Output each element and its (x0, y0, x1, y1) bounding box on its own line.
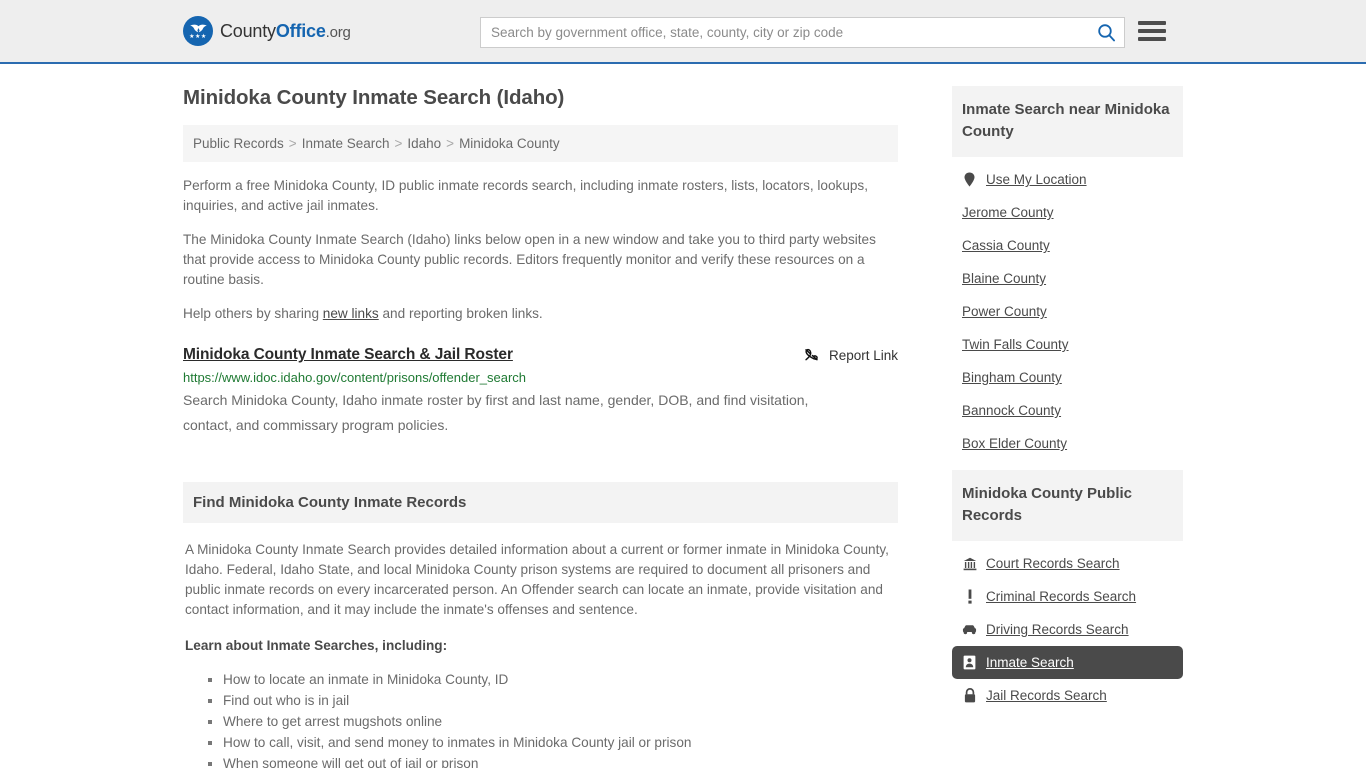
sidebar-item-label: Court Records Search (986, 556, 1120, 571)
list-item: Find out who is in jail (208, 690, 896, 711)
section-heading: Find Minidoka County Inmate Records (183, 482, 898, 523)
sidebar-item-inmate-search[interactable]: Inmate Search (952, 646, 1183, 679)
sidebar-item-label: Cassia County (962, 238, 1050, 253)
public-records-card: Minidoka County Public Records Court Rec… (952, 470, 1183, 712)
courthouse-icon (962, 557, 977, 571)
sidebar-item-label: Twin Falls County (962, 337, 1069, 352)
search-bar[interactable] (480, 17, 1125, 48)
result-description: Search Minidoka County, Idaho inmate ros… (183, 392, 809, 433)
public-records-heading: Minidoka County Public Records (952, 470, 1183, 541)
hamburger-menu-icon[interactable] (1138, 18, 1166, 44)
sidebar-item-bannock-county[interactable]: Bannock County (952, 394, 1183, 427)
sidebar-item-label: Bannock County (962, 403, 1062, 418)
result-url[interactable]: https://www.idoc.idaho.gov/content/priso… (183, 370, 898, 385)
share-prefix: Help others by sharing (183, 306, 323, 321)
list-item: How to locate an inmate in Minidoka Coun… (208, 669, 896, 690)
map-pin-icon (962, 172, 977, 187)
breadcrumb-item-public-records[interactable]: Public Records (193, 136, 284, 151)
result-title-link[interactable]: Minidoka County Inmate Search & Jail Ros… (183, 346, 513, 364)
sidebar-item-label: Blaine County (962, 271, 1047, 286)
breadcrumb: Public Records > Inmate Search > Idaho > Minid… (183, 125, 898, 162)
share-suffix: and reporting broken links. (378, 306, 543, 321)
eagle-seal-icon: ★★★ (183, 16, 213, 46)
id-card-icon (962, 655, 977, 670)
car-icon (962, 624, 977, 635)
sidebar-item-label: Box Elder County (962, 436, 1068, 451)
sidebar-item-label: Jail Records Search (986, 688, 1107, 703)
sidebar-item-driving-records-search[interactable]: Driving Records Search (952, 613, 1183, 646)
list-item: When someone will get out of jail or pri… (208, 753, 896, 768)
search-button[interactable] (1088, 18, 1124, 47)
sidebar-item-bingham-county[interactable]: Bingham County (952, 361, 1183, 394)
breadcrumb-separator-3: > (446, 136, 455, 151)
lock-icon (962, 688, 977, 703)
header-inner: ★★★ CountyOffice.org (183, 0, 1183, 62)
brand-text: CountyOffice.org (220, 21, 351, 42)
new-links-link[interactable]: new links (323, 306, 379, 321)
page-title: Minidoka County Inmate Search (Idaho) (183, 86, 565, 109)
nearby-card: Inmate Search near Minidoka County Use M… (952, 86, 1183, 460)
sidebar-item-label: Criminal Records Search (986, 589, 1137, 604)
sidebar-item-jail-records-search[interactable]: Jail Records Search (952, 679, 1183, 712)
sidebar-item-court-records-search[interactable]: Court Records Search (952, 547, 1183, 580)
brand-part-1: County (220, 20, 276, 41)
result-entry: Minidoka County Inmate Search & Jail Ros… (183, 346, 898, 438)
intro-paragraph: Perform a free Minidoka County, ID publi… (183, 178, 869, 213)
share-paragraph: Help others by sharing new links and rep… (183, 304, 898, 324)
report-link-label: Report Link (828, 348, 898, 363)
sidebar-item-criminal-records-search[interactable]: Criminal Records Search (952, 580, 1183, 613)
sidebar-item-twin-falls-county[interactable]: Twin Falls County (952, 328, 1183, 361)
main-column: Minidoka County Inmate Search (Idaho) Pu… (183, 86, 898, 768)
section-paragraph: A Minidoka County Inmate Search provides… (185, 542, 889, 617)
sidebar-item-label: Bingham County (962, 370, 1062, 385)
exclamation-icon (962, 589, 977, 604)
sidebar-item-label: Driving Records Search (986, 622, 1129, 637)
secondary-paragraph: The Minidoka County Inmate Search (Idaho… (183, 232, 876, 287)
sidebar-item-box-elder-county[interactable]: Box Elder County (952, 427, 1183, 460)
sidebar-item-cassia-county[interactable]: Cassia County (952, 229, 1183, 262)
page-container: Minidoka County Inmate Search (Idaho) Pu… (183, 64, 1183, 768)
list-item: Where to get arrest mugshots online (208, 711, 896, 732)
search-icon (1097, 24, 1115, 42)
site-header: ★★★ CountyOffice.org (0, 0, 1366, 64)
sidebar-item-jerome-county[interactable]: Jerome County (952, 196, 1183, 229)
learn-list: How to locate an inmate in Minidoka Coun… (185, 669, 896, 768)
menu-bar-3 (1138, 37, 1166, 41)
menu-bar-2 (1138, 29, 1166, 33)
nearby-heading: Inmate Search near Minidoka County (952, 86, 1183, 157)
sidebar-item-use-my-location[interactable]: Use My Location (952, 163, 1183, 196)
sidebar-item-label: Use My Location (986, 172, 1087, 187)
breadcrumb-separator-2: > (394, 136, 403, 151)
sidebar-item-label: Jerome County (962, 205, 1054, 220)
menu-bar-1 (1138, 21, 1166, 25)
result-header: Minidoka County Inmate Search & Jail Ros… (183, 346, 898, 364)
broken-link-icon (805, 348, 818, 361)
public-records-list: Court Records Search Criminal Records Se… (952, 541, 1183, 712)
search-input[interactable] (481, 18, 1088, 47)
stars-glyph: ★★★ (189, 33, 207, 40)
breadcrumb-item-inmate-search[interactable]: Inmate Search (302, 136, 390, 151)
brand-part-2: Office (275, 20, 326, 41)
breadcrumb-separator-1: > (288, 136, 297, 151)
sidebar: Inmate Search near Minidoka County Use M… (952, 86, 1183, 768)
section-body: A Minidoka County Inmate Search provides… (183, 523, 898, 768)
find-records-section: Find Minidoka County Inmate Records A Mi… (183, 482, 898, 768)
brand-part-3: .org (325, 23, 351, 41)
brand-logo[interactable]: ★★★ CountyOffice.org (183, 16, 351, 46)
sidebar-item-blaine-county[interactable]: Blaine County (952, 262, 1183, 295)
breadcrumb-item-minidoka-county[interactable]: Minidoka County (459, 136, 560, 151)
report-link-button[interactable]: Report Link (803, 347, 898, 364)
breadcrumb-item-idaho[interactable]: Idaho (407, 136, 441, 151)
sidebar-item-power-county[interactable]: Power County (952, 295, 1183, 328)
learn-heading: Learn about Inmate Searches, including: (185, 638, 448, 653)
sidebar-item-label: Power County (962, 304, 1047, 319)
sidebar-item-label: Inmate Search (986, 655, 1074, 670)
list-item: How to call, visit, and send money to in… (208, 732, 896, 753)
nearby-list: Use My Location Jerome County Cassia Cou… (952, 157, 1183, 460)
